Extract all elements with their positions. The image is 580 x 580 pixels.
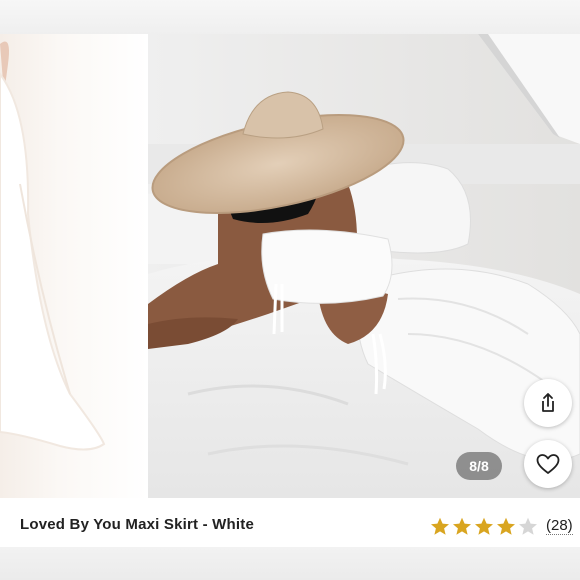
image-counter: 8/8 xyxy=(456,452,502,480)
previous-image-peek[interactable] xyxy=(0,34,148,498)
previous-image-art xyxy=(0,41,106,451)
star-filled-icon xyxy=(431,517,449,535)
top-bar xyxy=(0,0,580,34)
product-photo-art xyxy=(148,34,580,498)
rating[interactable]: (28) xyxy=(430,517,573,536)
heart-icon xyxy=(536,454,560,474)
listing-title: Loved By You Maxi Skirt - White xyxy=(20,516,255,533)
star-filled-icon xyxy=(453,517,471,535)
star-filled-icon xyxy=(497,517,515,535)
bottom-bar xyxy=(0,547,580,580)
rating-stars xyxy=(430,517,540,536)
review-count[interactable]: (28) xyxy=(546,518,573,535)
share-button[interactable] xyxy=(524,379,572,427)
star-empty-icon xyxy=(519,517,537,535)
like-button[interactable] xyxy=(524,440,572,488)
listing-info-bar: Loved By You Maxi Skirt - White (28) xyxy=(0,498,580,547)
image-gallery[interactable]: 8/8 xyxy=(0,34,580,498)
star-filled-icon xyxy=(475,517,493,535)
product-photo[interactable] xyxy=(148,34,580,498)
share-icon xyxy=(542,393,554,412)
image-counter-text: 8/8 xyxy=(469,458,489,474)
